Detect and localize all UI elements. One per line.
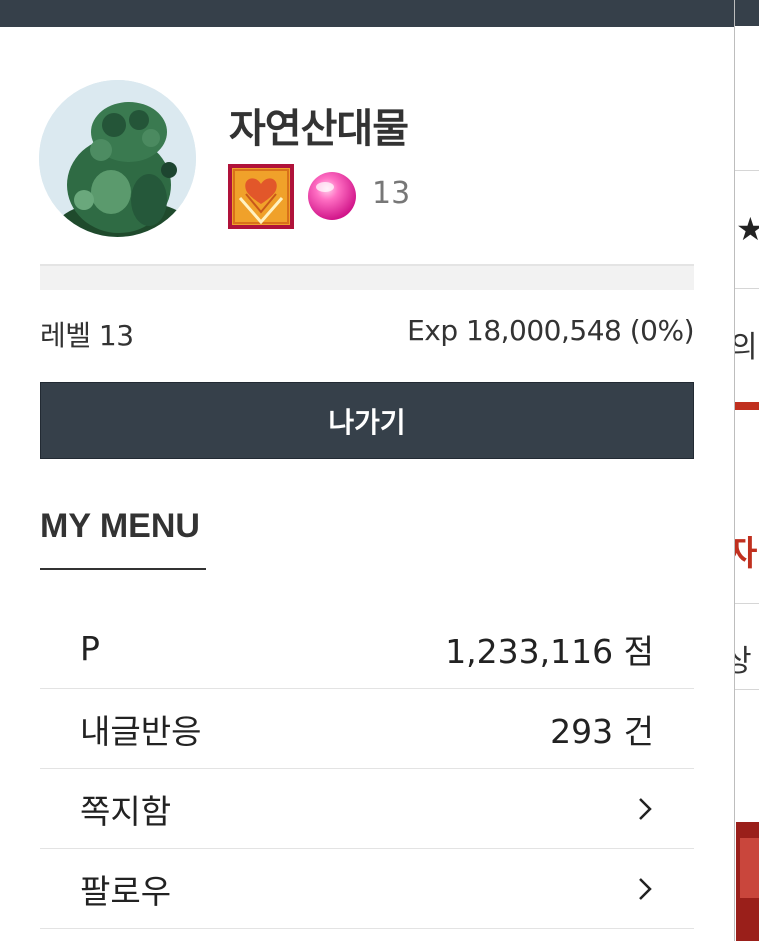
heart-badge-icon [228,164,294,229]
menu-item-points[interactable]: P 1,233,116 점 [40,609,694,689]
background-page: ★ 의 자 상 [734,0,759,941]
pink-gem-icon [306,170,358,222]
background-divider [734,288,759,289]
menu-item-value: 1,233,116 점 [445,631,654,671]
level-number: 13 [372,176,411,211]
background-text-fragment: ★ [736,210,759,248]
username: 자연산대물 [229,106,409,152]
exp-progress-bar [40,264,694,290]
drawer-edge [734,0,735,941]
background-header [734,0,759,26]
my-menu-list: P 1,233,116 점 내글반응 293 건 쪽지함 팔로우 [40,609,694,929]
my-menu-title: MY MENU [40,507,200,545]
menu-item-label: 쪽지함 [80,791,172,831]
my-menu-underline [40,568,206,570]
avatar-image [39,80,196,237]
avatar[interactable] [39,80,196,237]
chevron-right-icon [639,877,652,900]
menu-item-label: 내글반응 [80,711,202,751]
chevron-right-icon [639,797,652,820]
menu-item-label: 팔로우 [80,871,172,911]
background-accent-bar [734,402,759,410]
drawer-header-strip [0,0,734,27]
level-label: 레벨 13 [40,319,134,352]
menu-item-follow[interactable]: 팔로우 [40,849,694,929]
background-text-fragment: 자 [734,534,758,574]
menu-item-post-reactions[interactable]: 내글반응 293 건 [40,689,694,769]
background-divider [734,689,759,690]
menu-item-messages[interactable]: 쪽지함 [40,769,694,849]
profile-drawer: 자연산대물 13 레벨 13 Exp 18,000,548 (0%) 나가기 M… [0,0,734,941]
menu-item-value: 293 건 [550,711,654,751]
background-divider [734,603,759,604]
exit-button[interactable]: 나가기 [40,382,694,459]
background-thumbnail-detail [740,838,759,898]
background-text-fragment: 상 [734,644,752,679]
menu-item-label: P [80,629,100,668]
background-text-fragment: 의 [734,330,758,365]
exp-text: Exp 18,000,548 (0%) [407,314,694,347]
background-divider [734,170,759,171]
